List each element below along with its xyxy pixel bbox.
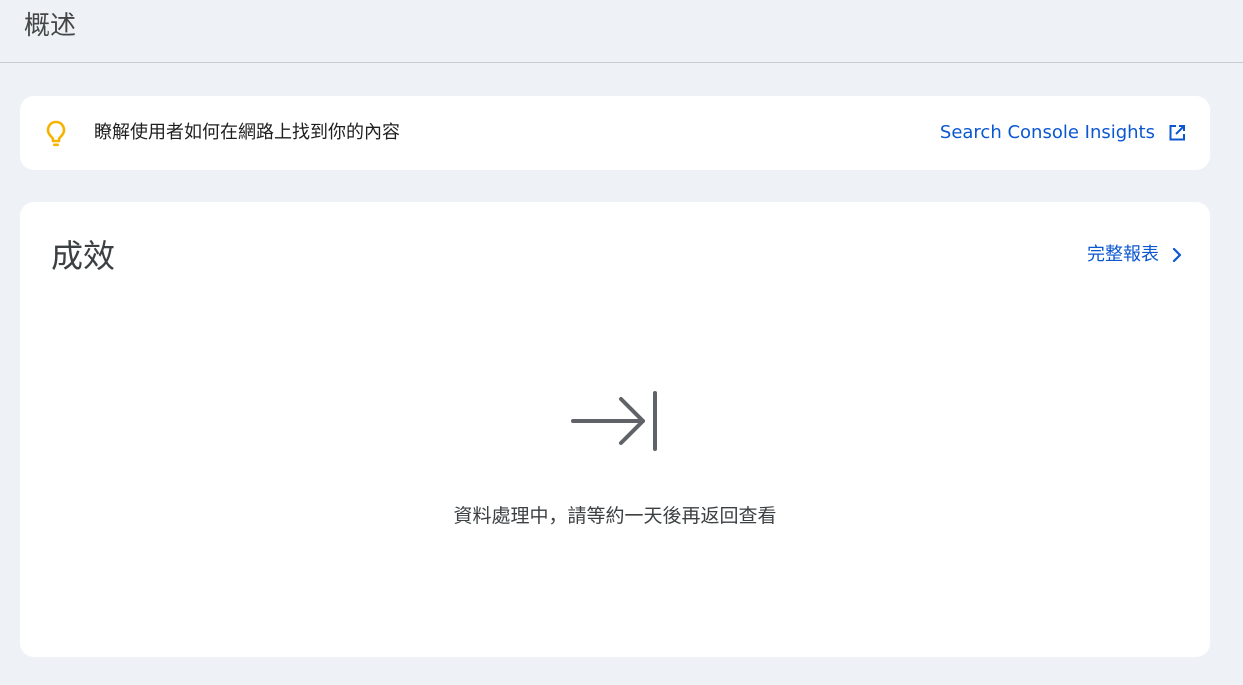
search-console-insights-link[interactable]: Search Console Insights	[940, 121, 1187, 145]
processing-status-text: 資料處理中，請等約一天後再返回查看	[453, 505, 777, 527]
page-title: 概述	[24, 11, 77, 41]
full-report-label: 完整報表	[1087, 244, 1159, 265]
tip-text: 瞭解使用者如何在網路上找到你的內容	[94, 122, 400, 143]
arrow-to-end-icon	[571, 391, 657, 451]
full-report-link[interactable]: 完整報表	[1087, 243, 1185, 267]
open-in-new-icon	[1169, 125, 1185, 141]
lightbulb-icon	[46, 120, 66, 147]
performance-title: 成效	[51, 237, 116, 275]
chevron-right-icon	[1172, 247, 1182, 263]
page-header: 概述	[0, 0, 1243, 63]
search-console-insights-label: Search Console Insights	[939, 122, 1155, 143]
